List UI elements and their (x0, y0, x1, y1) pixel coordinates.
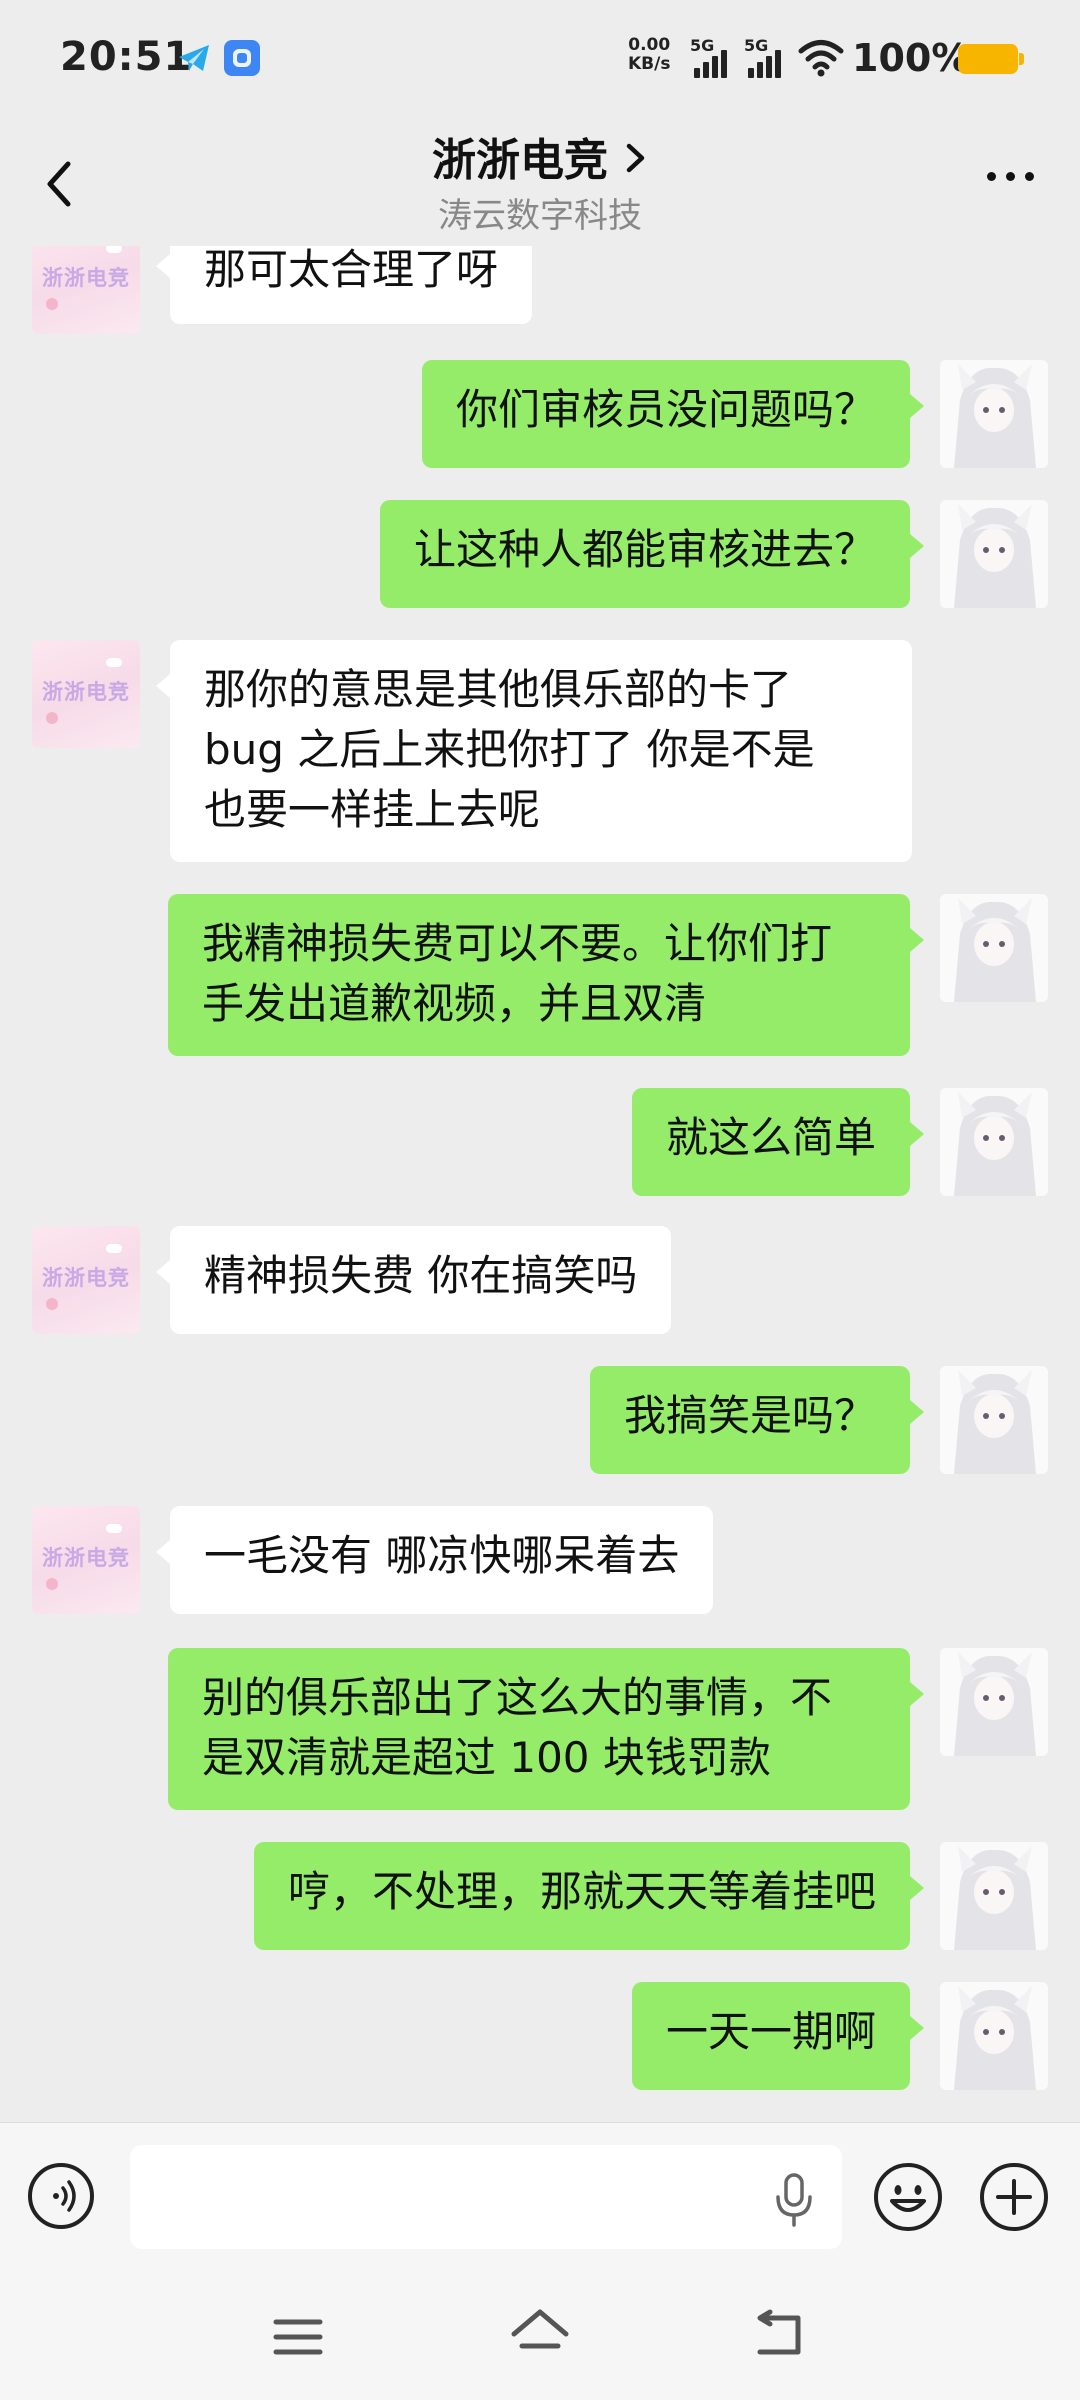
app-notification-icon (224, 40, 260, 76)
telegram-notification-icon (176, 40, 212, 76)
message-bubble-outgoing[interactable]: 就这么简单 (631, 1088, 925, 1196)
nav-home-button[interactable] (508, 2306, 572, 2364)
user-avatar[interactable] (940, 500, 1048, 608)
emoji-icon (874, 2163, 942, 2231)
back-arrow-icon (757, 2309, 801, 2355)
network-speed-unit: KB/s (628, 54, 671, 74)
microphone-button[interactable] (770, 2169, 818, 2229)
more-options-button[interactable] (982, 166, 1042, 196)
message-bubble-incoming[interactable]: 一毛没有 哪凉快哪呆着去 (155, 1506, 714, 1614)
wifi-icon (798, 38, 844, 78)
menu-icon (273, 2319, 323, 2355)
message-bubble-incoming[interactable]: 精神损失费 你在搞笑吗 (155, 1226, 672, 1334)
status-time: 20:51 (60, 34, 193, 80)
message-bubble-outgoing[interactable]: 哼，不处理，那就天天等着挂吧 (253, 1842, 925, 1950)
message-bubble-outgoing[interactable]: 你们审核员没问题吗？ (421, 360, 925, 468)
user-avatar[interactable] (940, 1366, 1048, 1474)
voice-input-button[interactable] (28, 2163, 94, 2229)
club-avatar-logo: 浙浙电竞 (42, 680, 130, 704)
message-bubble-outgoing[interactable]: 我搞笑是吗？ (589, 1366, 925, 1474)
chevron-right-icon (624, 135, 648, 186)
message-list[interactable]: 浙浙电竞 那可太合理了呀 你们审核员没问题吗？ 让这种人都能审核进去？ 浙浙电竞… (0, 246, 1080, 2122)
chat-title[interactable]: 浙浙电竞 (0, 124, 1080, 188)
message-input-bar (0, 2122, 1080, 2273)
club-avatar-logo: 浙浙电竞 (42, 266, 130, 290)
emoji-button[interactable] (872, 2161, 944, 2233)
status-bar: 20:51 0.00 KB/s 5G 5G 100% (0, 0, 1080, 110)
club-avatar-logo: 浙浙电竞 (42, 1546, 130, 1570)
user-avatar[interactable] (940, 1842, 1048, 1950)
message-bubble-outgoing[interactable]: 让这种人都能审核进去？ (379, 500, 925, 608)
user-avatar[interactable] (940, 1088, 1048, 1196)
plus-icon (980, 2163, 1048, 2231)
nav-back-button[interactable] (752, 2308, 808, 2362)
message-bubble-outgoing[interactable]: 一天一期啊 (631, 1982, 925, 2090)
message-bubble-outgoing[interactable]: 别的俱乐部出了这么大的事情，不 是双清就是超过 100 块钱罚款 (168, 1648, 924, 1810)
club-avatar-logo: 浙浙电竞 (42, 1266, 130, 1290)
system-navigation-bar (0, 2272, 1080, 2400)
nav-recents-button[interactable] (270, 2312, 326, 2362)
sim2-label: 5G (744, 36, 769, 55)
club-avatar[interactable]: 浙浙电竞 (32, 246, 140, 334)
message-text-input[interactable] (130, 2145, 842, 2249)
message-bubble-outgoing[interactable]: 我精神损失费可以不要。让你们打 手发出道歉视频，并且双清 (168, 894, 924, 1056)
network-speed: 0.00 KB/s (628, 36, 670, 74)
message-bubble-incoming[interactable]: 那可太合理了呀 (155, 246, 533, 324)
battery-percent: 100% (852, 36, 970, 80)
user-avatar[interactable] (940, 360, 1048, 468)
network-speed-value: 0.00 (628, 35, 671, 55)
chat-header: 浙浙电竞 涛云数字科技 (0, 110, 1080, 246)
message-bubble-incoming[interactable]: 那你的意思是其他俱乐部的卡了 bug 之后上来把你打了 你是不是 也要一样挂上去… (156, 640, 912, 862)
signal-sim1-icon: 5G (690, 36, 740, 78)
battery-icon (958, 44, 1024, 74)
more-functions-button[interactable] (978, 2161, 1050, 2233)
home-icon (511, 2309, 569, 2349)
user-avatar[interactable] (940, 894, 1048, 1002)
voice-input-icon (53, 2180, 76, 2212)
sim1-label: 5G (690, 36, 715, 55)
signal-sim2-icon: 5G (744, 36, 794, 78)
club-avatar[interactable]: 浙浙电竞 (32, 1506, 140, 1614)
chat-subtitle: 涛云数字科技 (438, 196, 642, 236)
user-avatar[interactable] (940, 1982, 1048, 2090)
microphone-icon (776, 2173, 812, 2227)
chat-title-text: 浙浙电竞 (432, 135, 608, 186)
club-avatar[interactable]: 浙浙电竞 (32, 1226, 140, 1334)
club-avatar[interactable]: 浙浙电竞 (32, 640, 140, 748)
user-avatar[interactable] (940, 1648, 1048, 1756)
